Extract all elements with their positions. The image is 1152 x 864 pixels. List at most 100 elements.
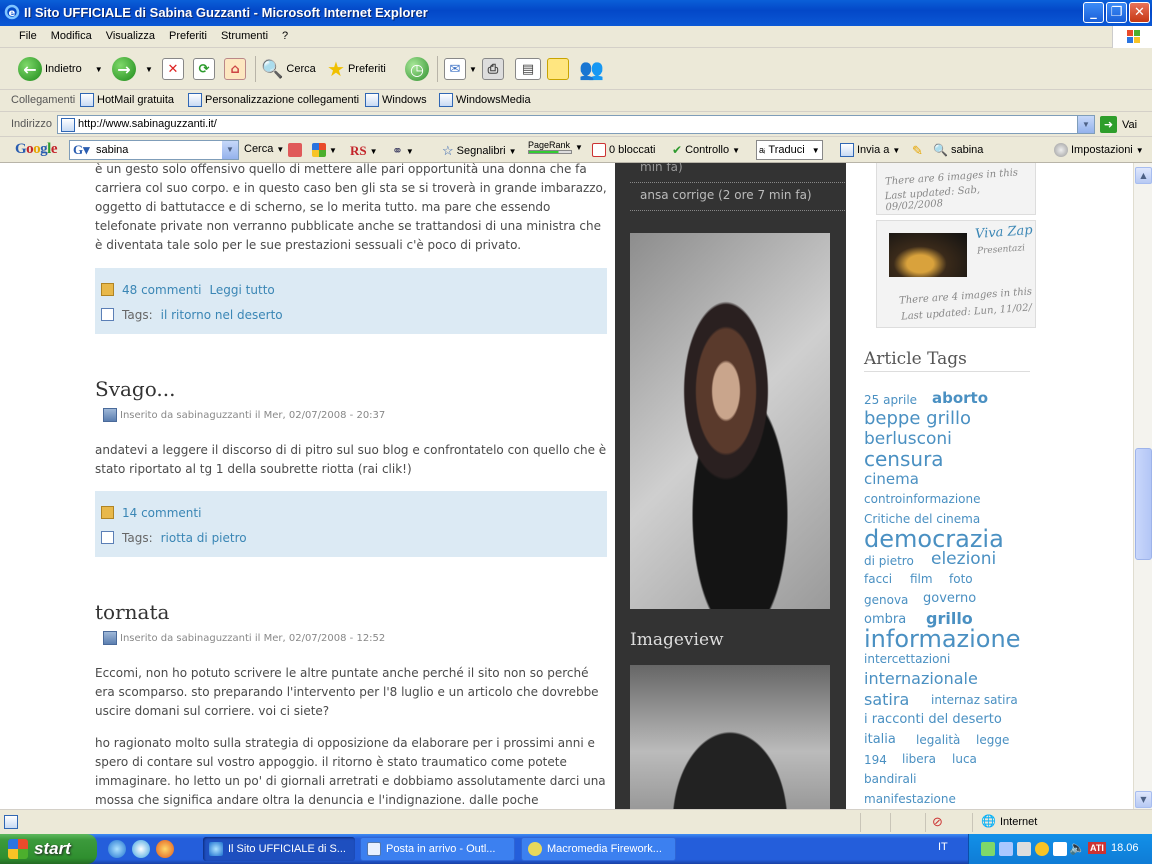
start-button[interactable]: start (0, 834, 97, 864)
address-dropdown-icon[interactable]: ▼ (1077, 116, 1094, 133)
menu-strumenti[interactable]: Strumenti (214, 26, 275, 46)
imageview-photo[interactable] (630, 665, 830, 809)
popup-blocked-icon[interactable]: ⊘ (932, 814, 943, 830)
tag-link[interactable]: internazionale (864, 669, 978, 688)
tray-icon[interactable] (999, 842, 1013, 856)
settings-dropdown-icon[interactable]: ▼ (1136, 146, 1144, 155)
portrait-photo[interactable] (630, 233, 830, 609)
tag-link[interactable]: cinema (864, 470, 919, 488)
print-button[interactable]: ⎙ (482, 54, 504, 84)
tray-icon[interactable] (1053, 842, 1067, 856)
task-outlook[interactable]: Posta in arrivo - Outl... (360, 837, 515, 861)
task-internet-explorer[interactable]: Il Sito UFFICIALE di S... (203, 837, 355, 861)
scroll-down-button[interactable]: ▼ (1135, 791, 1152, 808)
tag-link[interactable]: censura (864, 447, 944, 471)
forward-button[interactable]: → ▼ (112, 54, 153, 84)
task-fireworks[interactable]: Macromedia Firework... (521, 837, 676, 861)
tag-link[interactable]: aborto (932, 389, 988, 407)
bookmarks-button[interactable]: ☆ Segnalibri ▼ (442, 143, 517, 159)
rs-dropdown-icon[interactable]: ▼ (370, 147, 378, 156)
tag-link[interactable]: facci (864, 572, 892, 586)
tag-link[interactable]: luca (952, 752, 977, 766)
link-tool-dropdown-icon[interactable]: ▼ (406, 147, 414, 156)
outlook-quicklaunch-icon[interactable] (132, 840, 150, 858)
notes-button[interactable] (547, 54, 569, 84)
tag-link[interactable]: 194 (864, 753, 887, 767)
link-personalizzazione[interactable]: Personalizzazione collegamenti (188, 93, 359, 107)
settings-button[interactable]: Impostazioni ▼ (1054, 143, 1144, 157)
translate-button[interactable]: aᵢ Traduci ▼ (756, 140, 823, 160)
history-button[interactable]: ◷ (405, 54, 429, 84)
search-button[interactable]: 🔍 Cerca (261, 54, 316, 84)
gallery-card[interactable]: There are 6 images in this Last updated:… (876, 163, 1036, 215)
vertical-scrollbar[interactable]: ▲ ▼ (1133, 163, 1152, 809)
link-windows[interactable]: Windows (365, 93, 427, 107)
tag-link[interactable]: il ritorno nel deserto (161, 308, 283, 322)
home-button[interactable]: ⌂ (224, 54, 246, 84)
language-indicator[interactable]: IT (938, 841, 948, 853)
ie-quicklaunch-icon[interactable] (108, 840, 126, 858)
mail-dropdown-icon[interactable]: ▼ (469, 65, 477, 74)
volume-icon[interactable]: 🔈 (1069, 840, 1085, 856)
scroll-thumb[interactable] (1135, 448, 1152, 560)
tag-link[interactable]: i racconti del deserto (864, 712, 1002, 727)
go-button[interactable]: ➜ Vai (1100, 116, 1137, 133)
ie-icon[interactable]: e (4, 4, 20, 20)
news-button[interactable] (288, 143, 302, 157)
tag-link[interactable]: berlusconi (864, 429, 952, 449)
post-title[interactable]: tornata (95, 600, 169, 624)
comments-link[interactable]: 14 commenti (122, 506, 201, 520)
send-dropdown-icon[interactable]: ▼ (892, 146, 900, 155)
menu-preferiti[interactable]: Preferiti (162, 26, 214, 46)
pagerank-dropdown-icon[interactable]: ▼ (575, 143, 583, 152)
messenger-button[interactable]: 👥 (579, 54, 604, 84)
gallery-thumbnail[interactable] (889, 233, 967, 277)
stop-button[interactable]: ✕ (162, 54, 184, 84)
tag-link[interactable]: Critiche del cinema (864, 512, 980, 526)
menu-modifica[interactable]: Modifica (44, 26, 99, 46)
menu-visualizza[interactable]: Visualizza (99, 26, 162, 46)
highlight-button[interactable]: ✎ (912, 143, 923, 159)
back-dropdown-icon[interactable]: ▼ (95, 65, 103, 74)
tag-link[interactable]: legge (976, 733, 1009, 747)
google-search-dropdown-icon[interactable]: ▼ (276, 145, 284, 154)
menu-file[interactable]: File (12, 26, 44, 46)
gallery-title[interactable]: Viva Zap (975, 223, 1034, 242)
spellcheck-button[interactable]: ✔ Controllo ▼ (672, 143, 740, 157)
tag-link[interactable]: beppe grillo (864, 408, 971, 429)
scroll-up-button[interactable]: ▲ (1135, 167, 1152, 184)
tag-link[interactable]: 25 aprile (864, 393, 917, 407)
rs-button[interactable]: RS ▼ (350, 143, 378, 159)
menu-help[interactable]: ? (275, 26, 295, 46)
firefox-quicklaunch-icon[interactable] (156, 840, 174, 858)
google-logo[interactable]: Google (15, 141, 58, 158)
link-hotmail[interactable]: HotMail gratuita (80, 93, 174, 107)
search-term-button[interactable]: 🔍 sabina (933, 143, 983, 157)
popup-blocker-button[interactable]: 0 bloccati (592, 143, 655, 157)
news-item-link[interactable]: ansa corrige (2 ore 7 min fa) (640, 188, 812, 202)
tag-link[interactable]: manifestazione (864, 792, 956, 806)
tag-link[interactable]: genova (864, 593, 908, 607)
tag-link[interactable]: controinformazione (864, 492, 981, 506)
tray-icon[interactable] (1035, 842, 1049, 856)
google-search-input[interactable]: G▾ sabina ▼ (69, 140, 239, 160)
bookmarks-dropdown-icon[interactable]: ▼ (509, 147, 517, 156)
google-dropdown-icon[interactable]: ▼ (222, 141, 238, 159)
back-button[interactable]: ← Indietro ▼ (18, 54, 103, 84)
google-search-button[interactable]: Cerca ▼ (244, 143, 284, 155)
read-more-link[interactable]: Leggi tutto (209, 283, 274, 297)
clock[interactable]: 18.06 (1111, 842, 1139, 854)
tag-link[interactable]: elezioni (931, 549, 996, 569)
link-tool-button[interactable]: ⚭ ▼ (392, 143, 414, 159)
link-windowsmedia[interactable]: WindowsMedia (439, 93, 531, 107)
maximize-button[interactable]: ❐ (1106, 2, 1127, 23)
tag-link[interactable]: italia (864, 732, 896, 747)
tag-link[interactable]: di pietro (864, 554, 914, 568)
tag-link[interactable]: intercettazioni (864, 652, 950, 666)
refresh-button[interactable]: ⟳ (193, 54, 215, 84)
minimize-button[interactable]: _ (1083, 2, 1104, 23)
mail-button[interactable]: ✉ ▼ (444, 54, 477, 84)
tag-link[interactable]: internaz satira (931, 693, 1018, 707)
comments-link[interactable]: 48 commenti (122, 283, 201, 297)
tag-link[interactable]: libera (902, 752, 936, 766)
